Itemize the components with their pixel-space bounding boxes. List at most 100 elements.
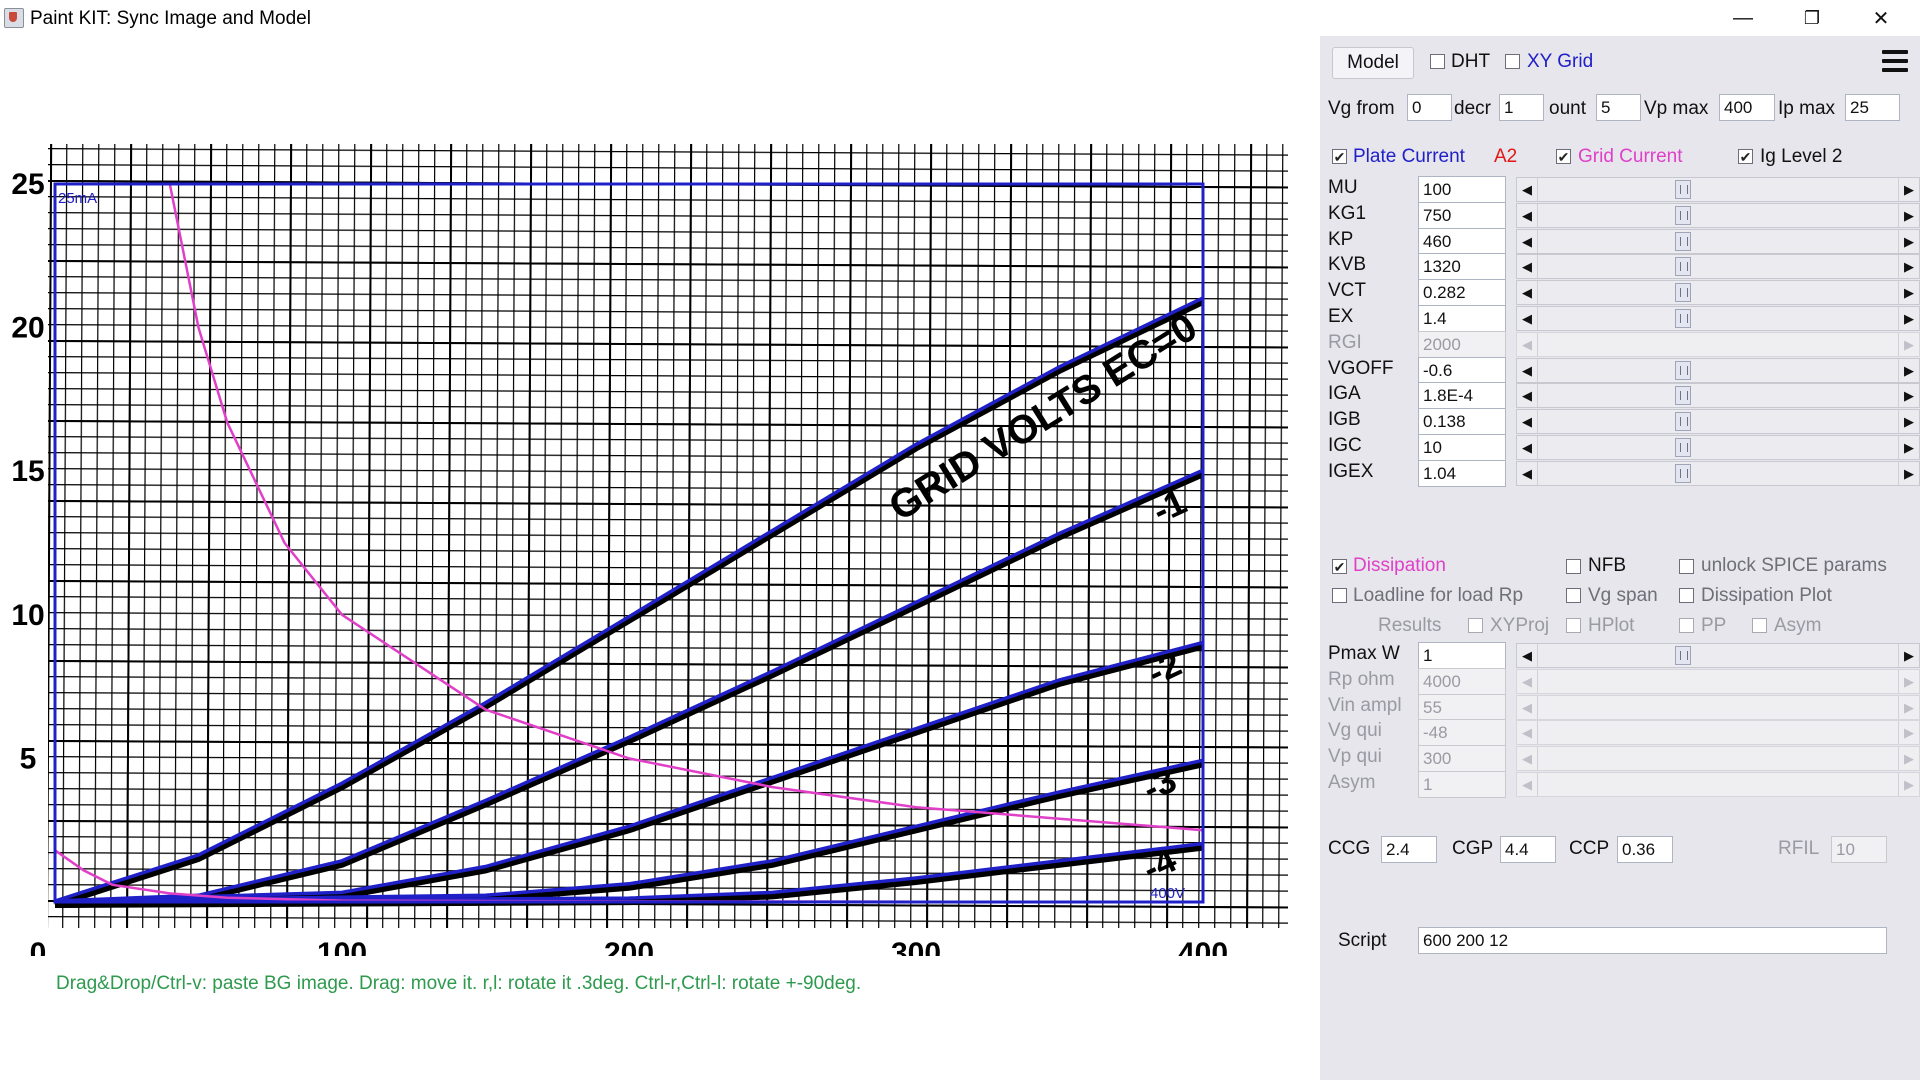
slider-thumb[interactable] [1675, 309, 1691, 328]
vg-from-field[interactable]: 0 [1407, 94, 1452, 121]
asym-field[interactable]: 1 [1418, 771, 1506, 798]
rp-ohm-field[interactable]: 4000 [1418, 667, 1506, 695]
igb-slider[interactable]: ◀ ▶ [1516, 409, 1920, 435]
dissipation-plot-checkbox[interactable] [1679, 588, 1694, 603]
iga-slider[interactable]: ◀ ▶ [1516, 383, 1920, 409]
scroll-left-arrow-icon[interactable]: ◀ [1517, 229, 1538, 253]
ex-slider[interactable]: ◀ ▶ [1516, 306, 1920, 331]
asym-checkbox[interactable] [1752, 618, 1767, 633]
slider-thumb[interactable] [1675, 438, 1691, 457]
kvb-slider[interactable]: ◀ ▶ [1516, 254, 1920, 280]
slider-thumb[interactable] [1675, 360, 1691, 380]
scroll-left-arrow-icon[interactable]: ◀ [1517, 644, 1538, 667]
scroll-right-arrow-icon[interactable]: ▶ [1898, 229, 1919, 253]
scroll-right-arrow-icon[interactable]: ▶ [1898, 436, 1919, 459]
scroll-right-arrow-icon[interactable]: ▶ [1898, 669, 1919, 693]
scroll-left-arrow-icon[interactable]: ◀ [1517, 721, 1538, 745]
vgoff-field[interactable]: -0.6 [1418, 356, 1506, 384]
vin-ampl-field[interactable]: 55 [1418, 693, 1506, 721]
unlock-spice-checkbox[interactable] [1679, 559, 1694, 574]
restore-button[interactable]: ❐ [1778, 0, 1846, 36]
scroll-right-arrow-icon[interactable]: ▶ [1898, 307, 1919, 330]
scroll-left-arrow-icon[interactable]: ◀ [1517, 773, 1538, 796]
dht-checkbox[interactable] [1430, 54, 1445, 69]
scroll-right-arrow-icon[interactable]: ▶ [1898, 384, 1919, 408]
ccg-field[interactable]: 2.4 [1381, 836, 1437, 863]
ccp-field[interactable]: 0.36 [1617, 836, 1673, 863]
vg-span-checkbox[interactable] [1566, 588, 1581, 603]
vgoff-slider[interactable]: ◀ ▶ [1516, 357, 1920, 383]
pp-checkbox[interactable] [1679, 618, 1694, 633]
slider-thumb[interactable] [1675, 412, 1691, 432]
slider-thumb[interactable] [1675, 231, 1691, 251]
mu-field[interactable]: 100 [1418, 176, 1506, 203]
xy-grid-checkbox[interactable] [1505, 54, 1520, 69]
scroll-left-arrow-icon[interactable]: ◀ [1517, 410, 1538, 434]
scroll-left-arrow-icon[interactable]: ◀ [1517, 332, 1538, 356]
slider-thumb[interactable] [1675, 205, 1691, 225]
vp-qui-field[interactable]: 300 [1418, 745, 1506, 773]
scroll-right-arrow-icon[interactable]: ▶ [1898, 178, 1919, 201]
scroll-right-arrow-icon[interactable]: ▶ [1898, 281, 1919, 305]
vg-qui-slider[interactable]: ◀ ▶ [1516, 720, 1920, 746]
model-button[interactable]: Model [1332, 47, 1414, 79]
scroll-right-arrow-icon[interactable]: ▶ [1898, 461, 1919, 485]
scroll-right-arrow-icon[interactable]: ▶ [1898, 410, 1919, 434]
scroll-left-arrow-icon[interactable]: ◀ [1517, 747, 1538, 771]
ig-level-checkbox[interactable]: ✔ [1738, 149, 1753, 165]
kp-field[interactable]: 460 [1418, 227, 1506, 255]
scroll-left-arrow-icon[interactable]: ◀ [1517, 695, 1538, 719]
xyproj-checkbox[interactable] [1468, 618, 1483, 633]
decr-field[interactable]: 1 [1499, 94, 1544, 121]
slider-thumb[interactable] [1675, 283, 1691, 303]
vp-qui-slider[interactable]: ◀ ▶ [1516, 746, 1920, 772]
scroll-right-arrow-icon[interactable]: ▶ [1898, 773, 1919, 796]
scroll-right-arrow-icon[interactable]: ▶ [1898, 358, 1919, 382]
igex-field[interactable]: 1.04 [1418, 459, 1506, 487]
scroll-right-arrow-icon[interactable]: ▶ [1898, 695, 1919, 719]
igex-slider[interactable]: ◀ ▶ [1516, 460, 1920, 486]
count-field[interactable]: 5 [1596, 94, 1641, 121]
iga-field[interactable]: 1.8E-4 [1418, 382, 1506, 410]
kg1-slider[interactable]: ◀ ▶ [1516, 202, 1920, 228]
script-field[interactable]: 600 200 12 [1418, 927, 1887, 954]
vct-slider[interactable]: ◀ ▶ [1516, 280, 1920, 306]
scroll-left-arrow-icon[interactable]: ◀ [1517, 281, 1538, 305]
slider-thumb[interactable] [1675, 257, 1691, 277]
slider-thumb[interactable] [1675, 386, 1691, 406]
scroll-right-arrow-icon[interactable]: ▶ [1898, 644, 1919, 667]
scroll-left-arrow-icon[interactable]: ◀ [1517, 669, 1538, 693]
dissipation-checkbox[interactable]: ✔ [1332, 559, 1347, 575]
pmax-w-field[interactable]: 1 [1418, 642, 1506, 669]
slider-thumb[interactable] [1675, 646, 1691, 665]
slider-thumb[interactable] [1675, 463, 1691, 483]
scroll-left-arrow-icon[interactable]: ◀ [1517, 255, 1538, 279]
grid-current-checkbox[interactable]: ✔ [1556, 149, 1571, 165]
asym-slider[interactable]: ◀ ▶ [1516, 772, 1920, 797]
vin-ampl-slider[interactable]: ◀ ▶ [1516, 694, 1920, 720]
scroll-left-arrow-icon[interactable]: ◀ [1517, 436, 1538, 459]
loadline-checkbox[interactable] [1332, 588, 1347, 603]
scroll-right-arrow-icon[interactable]: ▶ [1898, 255, 1919, 279]
results-label[interactable]: Results [1378, 615, 1441, 637]
vp-max-field[interactable]: 400 [1719, 94, 1775, 121]
scroll-left-arrow-icon[interactable]: ◀ [1517, 203, 1538, 227]
scroll-left-arrow-icon[interactable]: ◀ [1517, 307, 1538, 330]
vg-qui-field[interactable]: -48 [1418, 719, 1506, 747]
plot-svg[interactable]: 0 100 200 300 400510152025 GRID VOLTS EC=0-1… [0, 36, 1320, 956]
kg1-field[interactable]: 750 [1418, 201, 1506, 229]
pmax-w-slider[interactable]: ◀ ▶ [1516, 643, 1920, 668]
scroll-left-arrow-icon[interactable]: ◀ [1517, 178, 1538, 201]
plate-current-checkbox[interactable]: ✔ [1332, 149, 1347, 165]
igc-field[interactable]: 10 [1418, 434, 1506, 461]
ip-max-field[interactable]: 25 [1845, 94, 1900, 121]
rfil-field[interactable]: 10 [1831, 836, 1887, 863]
rp-ohm-slider[interactable]: ◀ ▶ [1516, 668, 1920, 694]
scroll-right-arrow-icon[interactable]: ▶ [1898, 332, 1919, 356]
menu-icon[interactable] [1880, 49, 1910, 75]
kvb-field[interactable]: 1320 [1418, 253, 1506, 281]
kp-slider[interactable]: ◀ ▶ [1516, 228, 1920, 254]
scroll-right-arrow-icon[interactable]: ▶ [1898, 747, 1919, 771]
slider-thumb[interactable] [1675, 180, 1691, 199]
mu-slider[interactable]: ◀ ▶ [1516, 177, 1920, 202]
